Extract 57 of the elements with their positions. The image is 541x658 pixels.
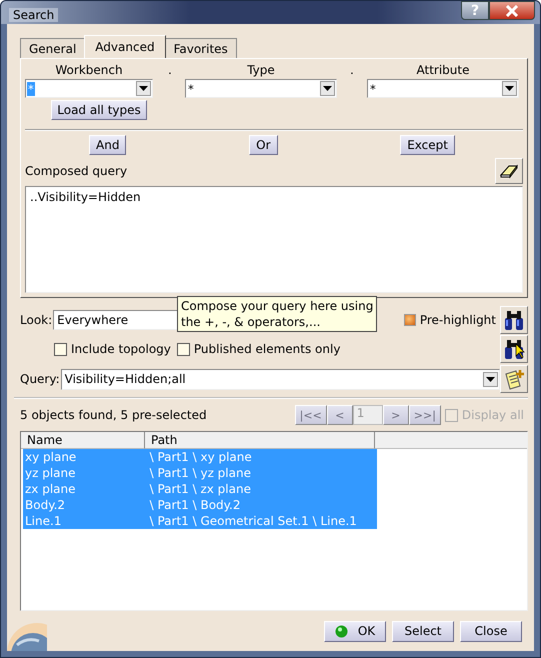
checkbox[interactable] xyxy=(176,342,190,356)
ok-button[interactable]: OK xyxy=(324,620,386,642)
ball-icon xyxy=(334,624,348,638)
dropdown-icon xyxy=(323,86,332,91)
dropdown-icon xyxy=(139,86,148,91)
add-favorite-button[interactable] xyxy=(500,365,528,393)
tooltip: Compose your query here using the +, -, & operators,... xyxy=(177,296,378,332)
query-text-area[interactable]: ..Visibility=Hidden xyxy=(25,186,523,293)
pre-highlight-label: Pre-highlight xyxy=(420,313,496,327)
combo-box[interactable]: * xyxy=(367,79,519,98)
composed-query-label: Composed query xyxy=(25,164,128,178)
separator-dot: . xyxy=(167,63,173,77)
operator-button[interactable]: And xyxy=(89,135,126,155)
dropdown-icon xyxy=(505,86,514,91)
dropdown-icon xyxy=(486,376,495,382)
table-cell-text: yz plane xyxy=(24,465,77,481)
search-button[interactable] xyxy=(500,306,528,334)
field-label: Type xyxy=(247,63,275,79)
tab[interactable]: General xyxy=(20,38,86,58)
checkbox-label: Display all xyxy=(462,408,524,422)
pre-highlight-indicator[interactable] xyxy=(404,314,416,326)
checkbox-label: Published elements only xyxy=(194,342,340,356)
load-all-types-button[interactable]: Load all types xyxy=(51,100,147,120)
tab[interactable]: Advanced xyxy=(84,35,166,58)
close-icon xyxy=(505,4,519,16)
clear-button[interactable] xyxy=(495,158,523,184)
separator-dot: . xyxy=(349,63,355,77)
query-combo-box[interactable]: Visibility=Hidden;all xyxy=(60,368,500,390)
table-cell-text: \ Part1 \ zx plane xyxy=(148,481,252,497)
status-text: 5 objects found, 5 pre-selected xyxy=(20,408,207,422)
field-label: Attribute xyxy=(416,63,470,79)
table-cell-text: Line.1 xyxy=(24,513,62,529)
table-cell-text: xy plane xyxy=(24,449,78,465)
close-button[interactable] xyxy=(489,1,535,20)
note-plus-icon xyxy=(503,368,525,390)
table-cell-text: \ Part1 \ xy plane xyxy=(148,449,253,465)
table-cell-text: \ Part1 \ yz plane xyxy=(148,465,252,481)
search-select-button[interactable] xyxy=(500,335,528,363)
binoculars-cursor-icon xyxy=(503,338,525,360)
operator-button[interactable]: Or xyxy=(249,135,278,155)
tab[interactable]: Favorites xyxy=(164,38,237,58)
table-cell-text: zx plane xyxy=(24,481,77,497)
checkbox-label: Include topology xyxy=(71,342,171,356)
table-cell-text: Body.2 xyxy=(24,497,66,513)
checkbox[interactable] xyxy=(54,342,67,356)
table-cell-text: \ Part1 \ Geometrical Set.1 \ Line.1 xyxy=(148,513,358,529)
dialog-button[interactable]: Close xyxy=(460,620,522,642)
look-label: Look: xyxy=(20,313,52,327)
table-cell-text: \ Part1 \ Body.2 xyxy=(148,497,242,513)
field-label: Workbench xyxy=(55,63,123,79)
dialog-button[interactable]: Select xyxy=(392,620,454,642)
binoculars-icon xyxy=(503,309,525,331)
operator-button[interactable]: Except xyxy=(400,135,455,155)
eraser-icon xyxy=(499,163,519,179)
combo-box[interactable]: * xyxy=(185,79,337,98)
query-label: Query: xyxy=(20,372,60,386)
window-title: Search xyxy=(9,8,58,22)
